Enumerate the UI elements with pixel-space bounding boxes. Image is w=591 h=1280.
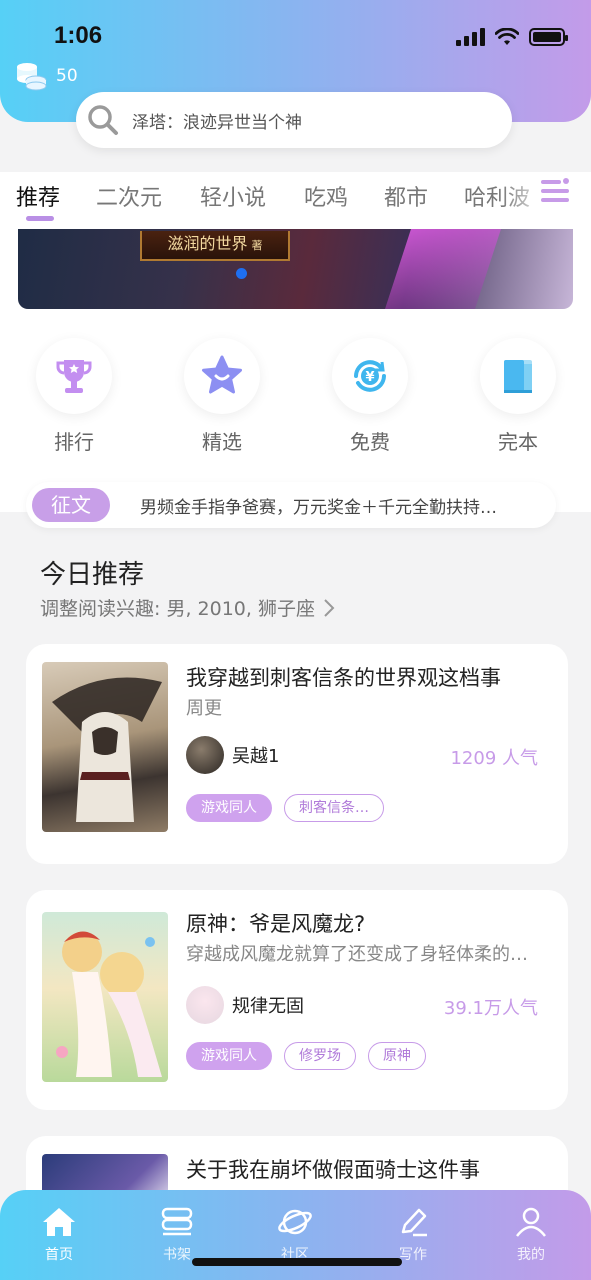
book-desc: 穿越成风魔龙就算了还变成了身轻体柔的… xyxy=(186,944,528,965)
free-button[interactable]: ¥ 免费 xyxy=(332,338,408,455)
tag[interactable]: 游戏同人 xyxy=(186,794,272,822)
status-time: 1:06 xyxy=(54,22,103,49)
category-tabs: 推荐 二次元 轻小说 吃鸡 都市 哈利波 xyxy=(0,172,591,222)
category-menu-icon[interactable] xyxy=(539,176,571,206)
promo-banner[interactable]: 滋润的世界著 xyxy=(18,229,573,309)
section-title: 今日推荐 xyxy=(40,560,145,590)
search-icon xyxy=(88,105,118,135)
reading-interest-text: 调整阅读兴趣: 男, 2010, 狮子座 xyxy=(40,598,315,620)
wifi-icon xyxy=(495,28,519,45)
book-cover xyxy=(42,662,168,832)
tag[interactable]: 刺客信条… xyxy=(284,794,384,822)
svg-text:¥: ¥ xyxy=(365,370,374,385)
book-icon xyxy=(504,360,532,393)
nav-write[interactable]: 写作 xyxy=(373,1206,453,1264)
cellular-signal-icon xyxy=(456,28,485,46)
search-input[interactable]: 泽塔：浪迹异世当个神 xyxy=(76,92,512,148)
nav-home[interactable]: 首页 xyxy=(19,1206,99,1264)
author-name: 规律无固 xyxy=(232,996,304,1017)
planet-icon xyxy=(278,1209,312,1235)
notice-text: 男频金手指争爸赛，万元奖金＋千元全勤扶持… xyxy=(140,497,497,518)
completed-button[interactable]: 完本 xyxy=(480,338,556,455)
tag[interactable]: 修罗场 xyxy=(284,1042,356,1070)
coins-icon xyxy=(17,63,47,91)
free-label: 免费 xyxy=(350,430,390,454)
banner-art xyxy=(385,229,501,309)
tag[interactable]: 原神 xyxy=(368,1042,426,1070)
book-title: 关于我在崩坏做假面骑士这件事 xyxy=(186,1158,480,1182)
tab-pubg[interactable]: 吃鸡 xyxy=(304,180,348,212)
tag-list: 游戏同人 修罗场 原神 xyxy=(186,1042,426,1070)
search-placeholder: 泽塔：浪迹异世当个神 xyxy=(132,112,302,133)
pen-icon xyxy=(401,1208,427,1237)
book-title: 原神：爷是风魔龙? xyxy=(186,912,366,936)
ranking-button[interactable]: 排行 xyxy=(36,338,112,455)
active-tab-indicator xyxy=(26,216,54,221)
home-icon xyxy=(43,1208,75,1236)
featured-label: 精选 xyxy=(202,430,242,454)
tag-list: 游戏同人 刺客信条… xyxy=(186,794,384,822)
popularity: 39.1万人气 xyxy=(443,998,538,1019)
bottom-navigation: 首页 书架 社区 写作 我的 xyxy=(0,1190,591,1280)
tab-light-novel[interactable]: 轻小说 xyxy=(200,180,266,212)
coin-count: 50 xyxy=(56,66,78,86)
book-card[interactable]: 原神：爷是风魔龙? 穿越成风魔龙就算了还变成了身轻体柔的… 规律无固 39.1万… xyxy=(26,890,568,1110)
bookshelf-icon xyxy=(161,1207,193,1236)
author-row: 吴越1 xyxy=(186,736,279,774)
yuan-refresh-icon: ¥ xyxy=(354,360,386,392)
home-indicator xyxy=(192,1258,402,1266)
book-desc: 周更 xyxy=(186,698,222,719)
contest-notice[interactable]: 征文 男频金手指争爸赛，万元奖金＋千元全勤扶持… xyxy=(26,482,556,528)
banner-title: 滋润的世界著 xyxy=(140,231,290,261)
nav-profile-label: 我的 xyxy=(517,1247,545,1263)
featured-button[interactable]: 精选 xyxy=(184,338,260,455)
notice-badge: 征文 xyxy=(32,488,110,522)
avatar xyxy=(186,986,224,1024)
nav-home-label: 首页 xyxy=(45,1247,73,1263)
tab-recommend[interactable]: 推荐 xyxy=(16,180,60,212)
battery-icon xyxy=(529,28,568,46)
reading-interest-link[interactable]: 调整阅读兴趣: 男, 2010, 狮子座 xyxy=(40,594,335,621)
author-name: 吴越1 xyxy=(232,746,280,767)
author-row: 规律无固 xyxy=(186,986,304,1024)
tab-urban[interactable]: 都市 xyxy=(384,180,428,212)
book-cover xyxy=(42,912,168,1082)
star-icon xyxy=(202,355,242,394)
avatar xyxy=(186,736,224,774)
chevron-right-icon xyxy=(324,598,335,617)
user-icon xyxy=(516,1207,546,1237)
book-title: 我穿越到刺客信条的世界观这档事 xyxy=(186,666,501,690)
ranking-label: 排行 xyxy=(54,430,94,454)
popularity: 1209 人气 xyxy=(450,748,538,769)
status-icons xyxy=(456,28,568,46)
nav-bookshelf[interactable]: 书架 xyxy=(137,1206,217,1264)
trophy-icon xyxy=(56,360,92,393)
book-card[interactable]: 我穿越到刺客信条的世界观这档事 周更 吴越1 1209 人气 游戏同人 刺客信条… xyxy=(26,644,568,864)
tab-anime[interactable]: 二次元 xyxy=(96,180,162,212)
tag[interactable]: 游戏同人 xyxy=(186,1042,272,1070)
completed-label: 完本 xyxy=(498,430,538,454)
nav-community[interactable]: 社区 xyxy=(255,1206,335,1264)
nav-profile[interactable]: 我的 xyxy=(491,1206,571,1264)
banner-pagination xyxy=(236,268,247,279)
coin-balance[interactable]: 50 xyxy=(14,60,78,92)
